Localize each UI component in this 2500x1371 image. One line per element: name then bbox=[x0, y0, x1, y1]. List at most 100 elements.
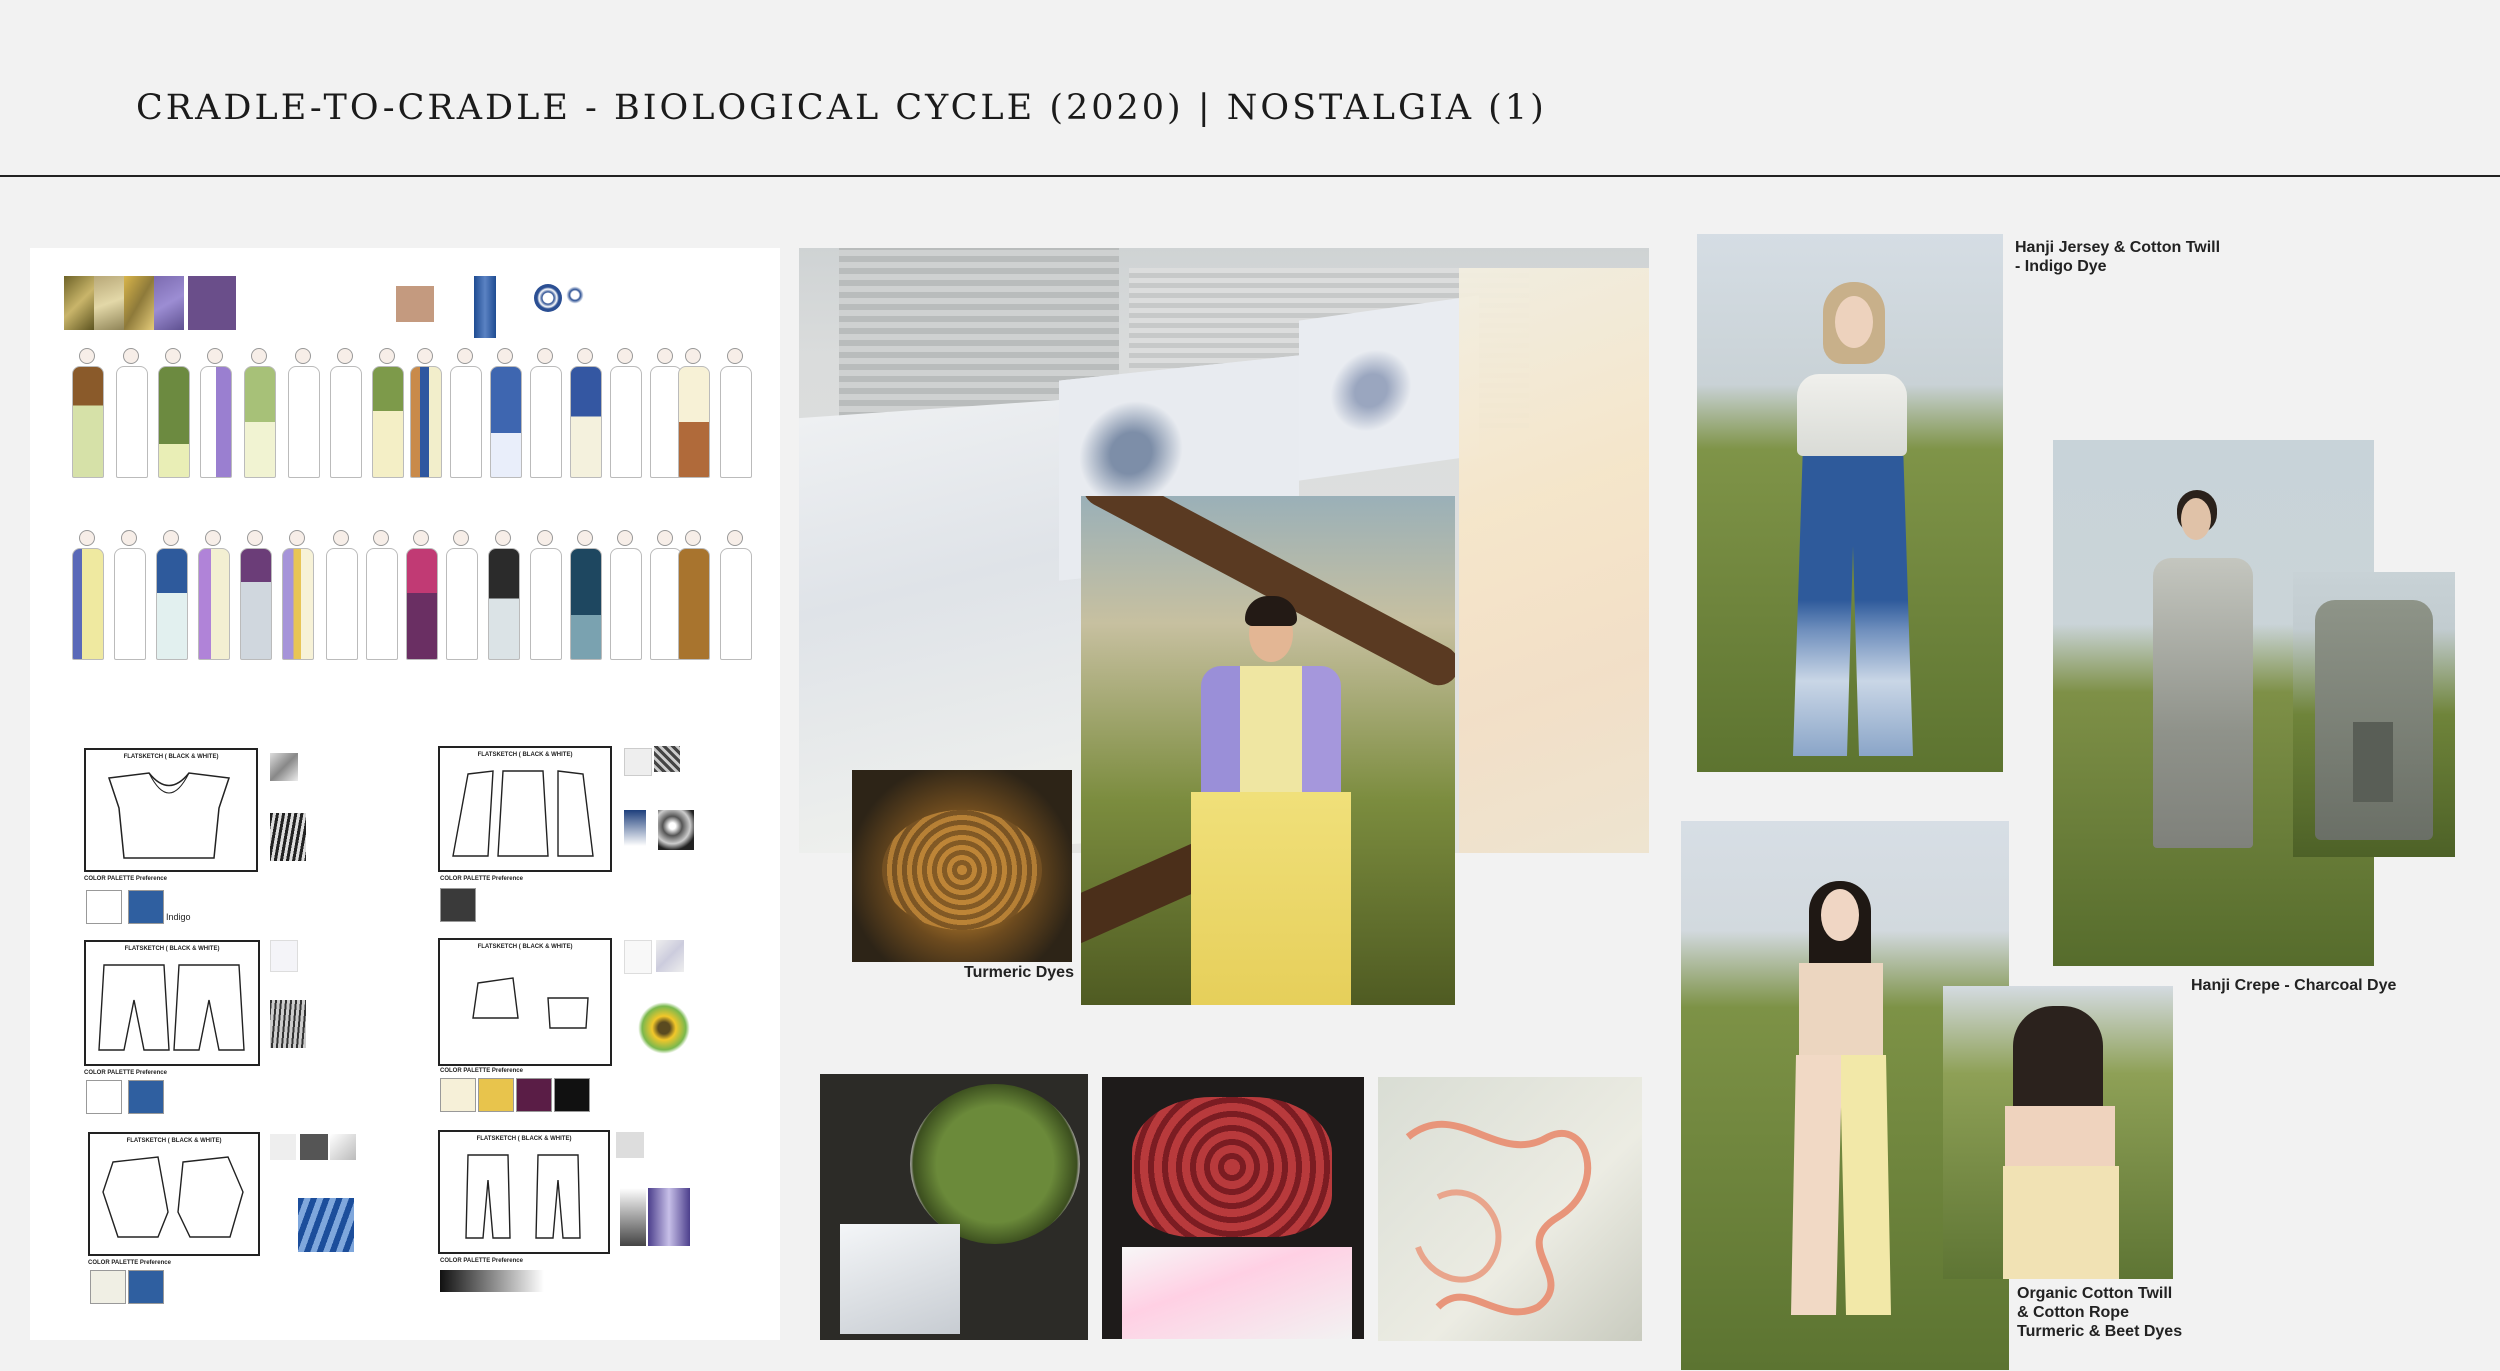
croquis-figure bbox=[288, 348, 320, 478]
palette-chip-indigo bbox=[128, 890, 164, 924]
dress-belt bbox=[2353, 722, 2393, 802]
model-camisole bbox=[1799, 963, 1883, 1057]
fabric-sample bbox=[624, 748, 652, 776]
model-top bbox=[1797, 374, 1907, 456]
trousers-flat-drawing bbox=[465, 1154, 581, 1239]
model-dress bbox=[2153, 558, 2253, 848]
photo-plant-dye-bowl bbox=[820, 1074, 1088, 1340]
croquis-figure bbox=[200, 348, 232, 478]
palette-chip-indigo bbox=[128, 1270, 164, 1304]
fabric-sample bbox=[270, 753, 298, 781]
flatsketch-header: FLATSKETCH ( BLACK & WHITE) bbox=[124, 946, 220, 952]
tree-branch bbox=[1081, 496, 1455, 693]
jacket-flat-drawing bbox=[102, 1156, 244, 1238]
fabric-sample bbox=[624, 810, 646, 846]
croquis-figure bbox=[330, 348, 362, 478]
palette-label: COLOR PALETTE Preference bbox=[88, 1260, 171, 1266]
croquis-figure bbox=[244, 348, 276, 478]
croquis-figure bbox=[198, 530, 230, 660]
croquis-figure bbox=[650, 348, 682, 478]
croquis-figure bbox=[610, 530, 642, 660]
page-title: CRADLE-TO-CRADLE - BIOLOGICAL CYCLE (202… bbox=[136, 88, 1547, 128]
croquis-figure bbox=[720, 348, 752, 478]
flatsketch-card: FLATSKETCH ( BLACK & WHITE) bbox=[438, 938, 612, 1066]
mood-swatch-7 bbox=[474, 276, 496, 338]
fabric-sample bbox=[624, 940, 652, 974]
palette-chip-cream bbox=[90, 1270, 126, 1304]
flatsketch-card: FLATSKETCH ( BLACK & WHITE) bbox=[84, 748, 258, 872]
mood-swatch-2 bbox=[94, 276, 124, 330]
palette-chip-turmeric bbox=[478, 1078, 514, 1112]
fabric-sample bbox=[270, 1000, 306, 1048]
photo-charcoal-dress-back bbox=[2293, 572, 2455, 857]
palette-label: COLOR PALETTE Preference bbox=[84, 1070, 167, 1076]
mood-swatch-6 bbox=[396, 286, 434, 322]
caption-turmeric-dyes: Turmeric Dyes bbox=[964, 964, 1074, 981]
croquis-figure bbox=[156, 530, 188, 660]
fabric-sample bbox=[616, 1132, 644, 1158]
mood-swatch-1 bbox=[64, 276, 94, 330]
croquis-figure bbox=[326, 530, 358, 660]
croquis-figure bbox=[570, 348, 602, 478]
model-head bbox=[1835, 296, 1873, 348]
croquis-figure bbox=[372, 348, 404, 478]
croquis-figure bbox=[570, 530, 602, 660]
model-back-top bbox=[2005, 1106, 2115, 1166]
palette-chip-beet bbox=[516, 1078, 552, 1112]
mood-swatch-3 bbox=[124, 276, 154, 330]
model-back-trousers bbox=[2003, 1166, 2119, 1279]
rope-drawing bbox=[1405, 1120, 1592, 1316]
flatsketch-card: FLATSKETCH ( BLACK & WHITE) bbox=[88, 1132, 260, 1256]
croquis-figure bbox=[488, 530, 520, 660]
dye-packet bbox=[840, 1224, 960, 1334]
palette-chip-white bbox=[86, 1080, 122, 1114]
mood-swatch-9 bbox=[564, 284, 586, 306]
model-trousers bbox=[1791, 1055, 1891, 1315]
model-trousers bbox=[1793, 456, 1913, 756]
beet-bag bbox=[1122, 1247, 1352, 1339]
mood-swatch-8 bbox=[534, 284, 562, 312]
palette-label: COLOR PALETTE Preference bbox=[440, 1258, 523, 1264]
root-cluster bbox=[882, 810, 1042, 930]
croquis-figure bbox=[650, 530, 682, 660]
fabric-sample bbox=[656, 940, 684, 972]
croquis-figure bbox=[158, 348, 190, 478]
fabric-sample bbox=[648, 1188, 690, 1246]
flatsketch-header: FLATSKETCH ( BLACK & WHITE) bbox=[123, 754, 219, 760]
flatsketch-header: FLATSKETCH ( BLACK & WHITE) bbox=[477, 944, 573, 950]
photo-dyed-rope bbox=[1378, 1077, 1642, 1341]
palette-label: COLOR PALETTE Preference bbox=[440, 876, 523, 882]
croquis-figure bbox=[116, 348, 148, 478]
palette-chip-black bbox=[554, 1078, 590, 1112]
caption-hanji-jersey: Hanji Jersey & Cotton Twill - Indigo Dye bbox=[2015, 239, 2221, 275]
design-sheet: FLATSKETCH ( BLACK & WHITE) COLOR PALETT… bbox=[30, 248, 780, 1340]
fabric-sample bbox=[270, 1134, 296, 1160]
flatsketch-card: FLATSKETCH ( BLACK & WHITE) bbox=[438, 746, 612, 872]
photo-indigo-outfit bbox=[1697, 234, 2003, 772]
fabric-sample bbox=[658, 810, 694, 850]
croquis-figure bbox=[678, 348, 710, 478]
croquis-figure bbox=[366, 530, 398, 660]
caption-hanji-crepe: Hanji Crepe - Charcoal Dye bbox=[2191, 977, 2397, 994]
croquis-figure bbox=[72, 530, 104, 660]
croquis-figure bbox=[114, 530, 146, 660]
palette-chip-charcoal bbox=[440, 888, 476, 922]
palette-label: COLOR PALETTE Preference bbox=[84, 876, 167, 882]
fabric-sample bbox=[300, 1134, 328, 1160]
fabric-cream bbox=[1459, 268, 1649, 853]
model-skirt bbox=[1191, 792, 1351, 1005]
palette-chip-indigo bbox=[128, 1080, 164, 1114]
croquis-figure bbox=[530, 530, 562, 660]
pants-flat-drawing bbox=[98, 964, 245, 1051]
palette-chip-gradient bbox=[440, 1270, 544, 1292]
fabric-sample bbox=[270, 940, 298, 972]
dress-flat-drawing bbox=[452, 770, 594, 857]
palette-chip-white bbox=[86, 890, 122, 924]
croquis-figure bbox=[72, 348, 104, 478]
model-dress-back bbox=[2315, 600, 2433, 840]
croquis-figure bbox=[490, 348, 522, 478]
fabric-blue-shibori bbox=[1299, 295, 1479, 481]
flatsketch-card: FLATSKETCH ( BLACK & WHITE) bbox=[84, 940, 260, 1066]
photo-beet-dye bbox=[1102, 1077, 1364, 1339]
model-head bbox=[1821, 889, 1859, 941]
